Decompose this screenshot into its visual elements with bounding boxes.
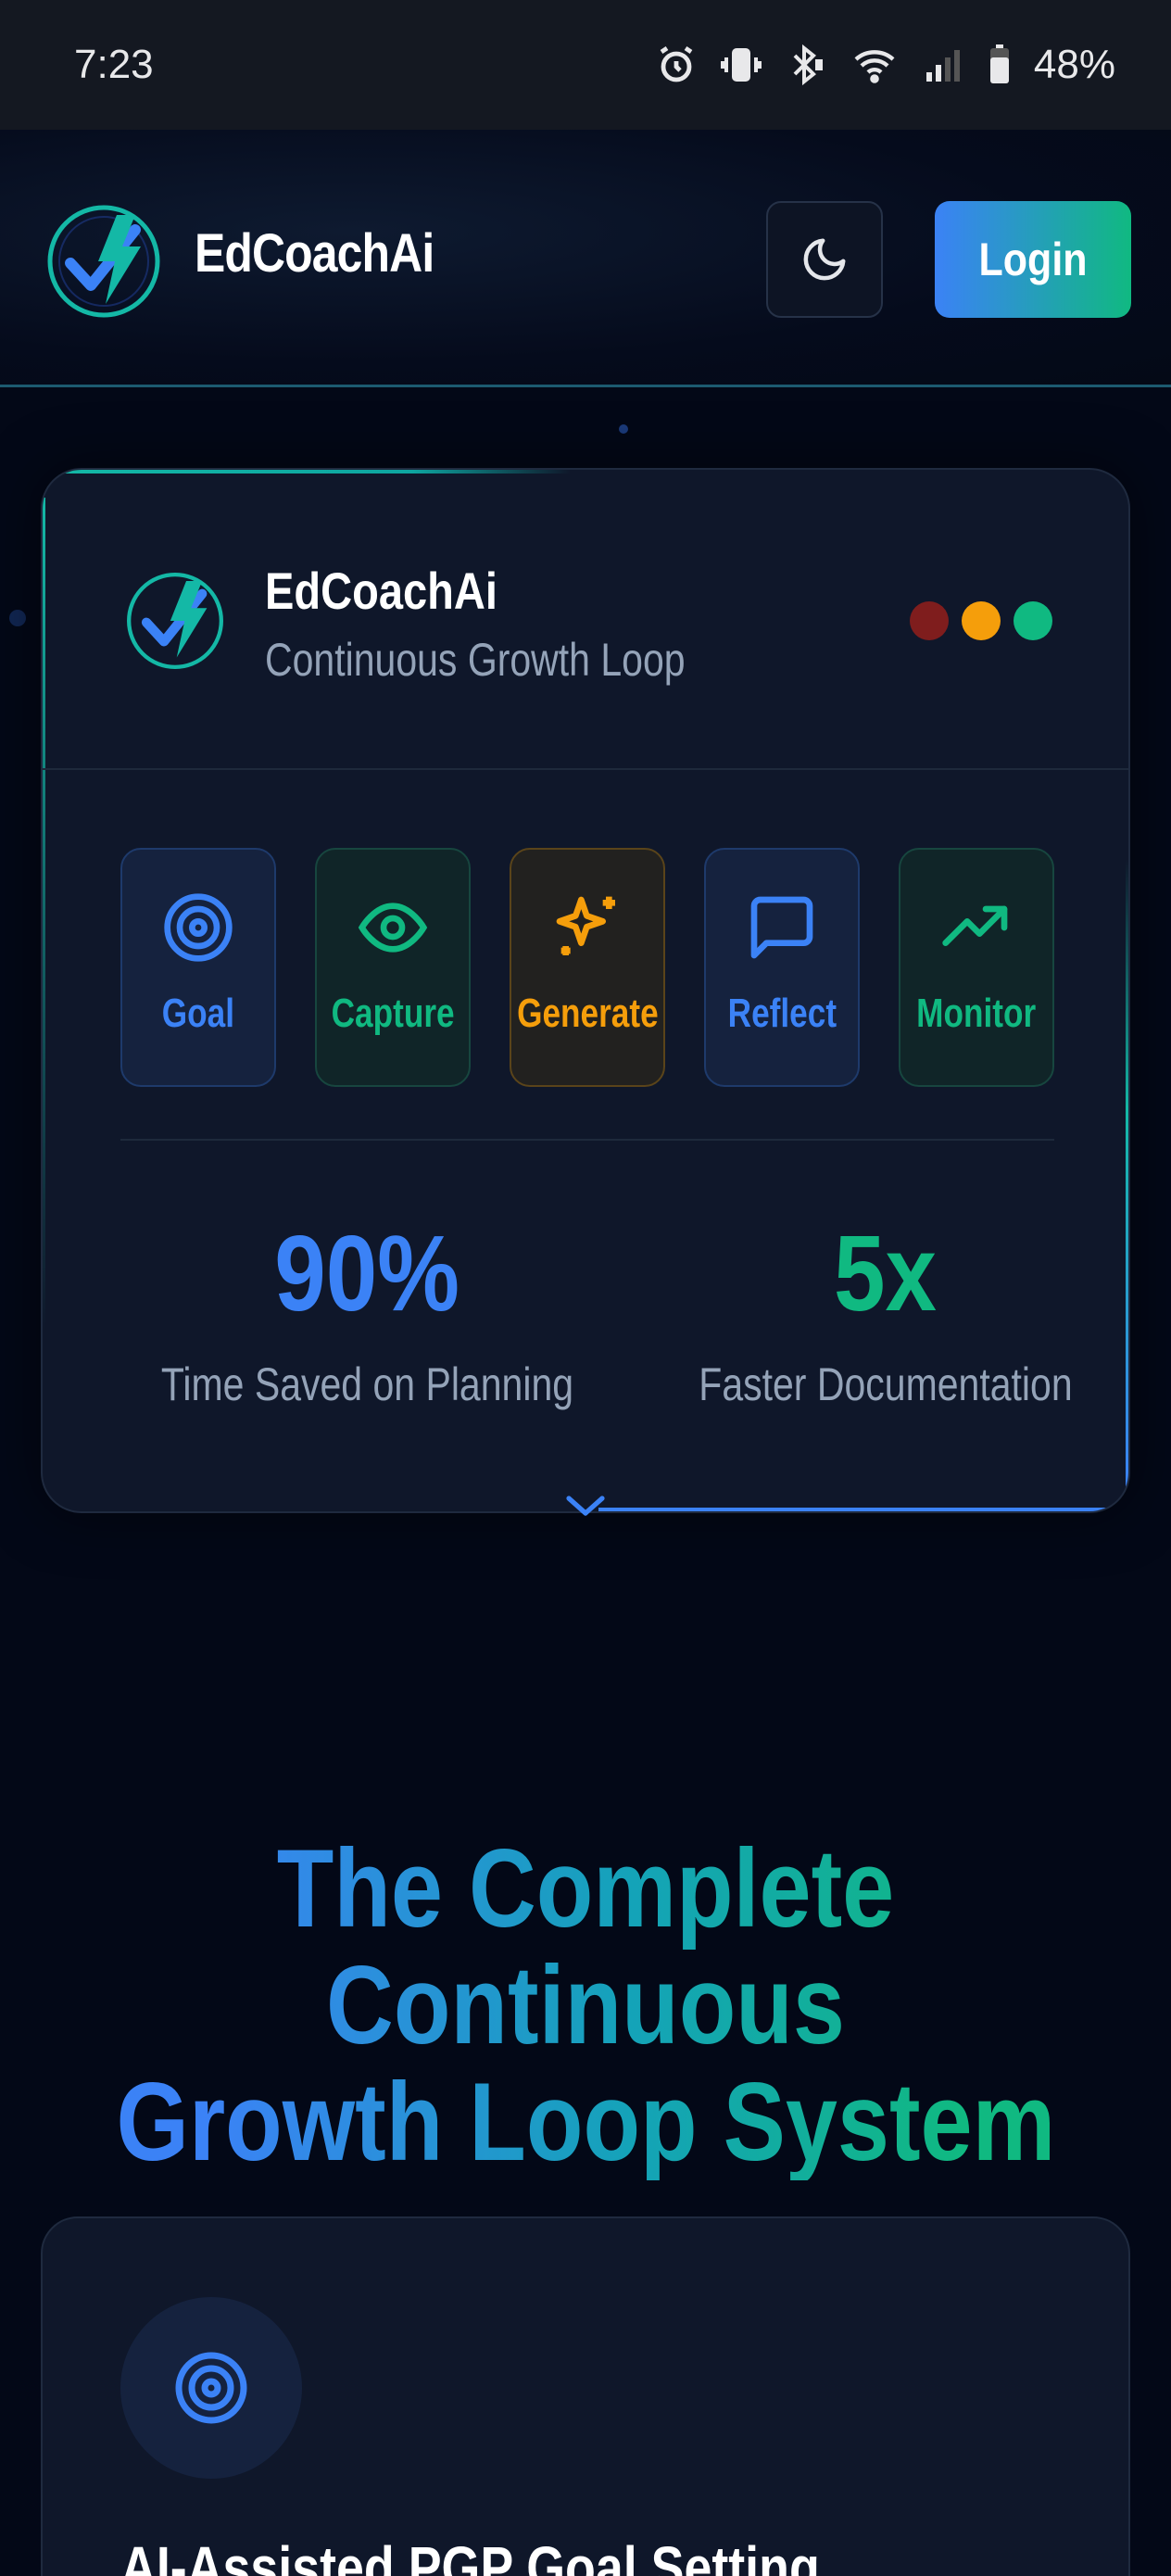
stat-caption: Faster Documentation bbox=[699, 1358, 1073, 1410]
amber-dot bbox=[962, 601, 1001, 640]
stat-time-saved: 90% Time Saved on Planning bbox=[98, 1211, 636, 1411]
status-icons: 48% bbox=[654, 42, 1115, 88]
signal-icon bbox=[925, 50, 960, 82]
site-header: EdCoachAi Login bbox=[0, 130, 1171, 387]
card-header: EdCoachAi Continuous Growth Loop bbox=[43, 470, 1128, 770]
stat-caption: Time Saved on Planning bbox=[160, 1358, 573, 1410]
growth-loop-card: EdCoachAi Continuous Growth Loop Goal Ca… bbox=[41, 468, 1130, 1513]
window-dots bbox=[910, 601, 1052, 640]
red-dot bbox=[910, 601, 949, 640]
feature-icon-circle bbox=[120, 2297, 302, 2479]
green-dot bbox=[1014, 601, 1052, 640]
step-goal[interactable]: Goal bbox=[120, 848, 276, 1087]
bluetooth-icon bbox=[793, 44, 823, 86]
message-icon bbox=[750, 896, 813, 959]
feature-card: AI-Assisted PGP Goal Setting bbox=[41, 2216, 1130, 2576]
sparkles-icon bbox=[556, 896, 615, 955]
feature-title: AI-Assisted PGP Goal Setting bbox=[120, 2534, 820, 2576]
stat-value: 5x bbox=[834, 1213, 938, 1333]
edcoach-logo-icon bbox=[127, 573, 223, 669]
step-label: Monitor bbox=[916, 991, 1037, 1036]
background-dot bbox=[9, 610, 26, 626]
step-capture[interactable]: Capture bbox=[315, 848, 471, 1087]
section-heading: The Complete Continuous Growth Loop Syst… bbox=[0, 1830, 1171, 2180]
edcoach-logo-icon[interactable] bbox=[44, 202, 163, 321]
step-label: Capture bbox=[331, 991, 455, 1036]
step-label: Goal bbox=[161, 991, 235, 1036]
chevron-down-icon[interactable] bbox=[563, 1492, 608, 1520]
card-title: EdCoachAi bbox=[265, 562, 497, 620]
alarm-icon bbox=[660, 46, 693, 82]
battery-percent: 48% bbox=[1033, 42, 1115, 87]
eye-icon bbox=[358, 903, 428, 953]
step-reflect[interactable]: Reflect bbox=[704, 848, 860, 1087]
section-heading-line2: Growth Loop System bbox=[116, 2060, 1055, 2184]
trending-up-icon bbox=[942, 905, 1008, 946]
target-icon bbox=[175, 2352, 247, 2424]
vibrate-icon bbox=[720, 48, 762, 82]
status-bar: 7:23 48% bbox=[0, 0, 1171, 130]
theme-toggle-button[interactable] bbox=[766, 201, 883, 318]
brand-name[interactable]: EdCoachAi bbox=[195, 222, 434, 284]
target-icon bbox=[164, 893, 233, 962]
step-generate[interactable]: Generate bbox=[510, 848, 665, 1087]
section-heading-line1: The Complete Continuous bbox=[94, 1830, 1077, 2064]
card-divider bbox=[120, 1139, 1054, 1141]
step-monitor[interactable]: Monitor bbox=[899, 848, 1054, 1087]
moon-icon bbox=[803, 238, 846, 281]
background-dot bbox=[619, 424, 628, 434]
step-label: Reflect bbox=[727, 991, 837, 1036]
stat-faster-docs: 5x Faster Documentation bbox=[617, 1211, 1128, 1411]
stat-value: 90% bbox=[274, 1213, 460, 1333]
loop-steps: Goal Capture Generate Reflect Monitor bbox=[120, 848, 1054, 1087]
status-time: 7:23 bbox=[74, 42, 154, 87]
wifi-icon bbox=[854, 50, 895, 83]
battery-icon bbox=[989, 44, 1009, 83]
card-accent bbox=[598, 1508, 1128, 1511]
card-subtitle: Continuous Growth Loop bbox=[265, 634, 686, 686]
login-button[interactable]: Login bbox=[935, 201, 1131, 318]
step-label: Generate bbox=[516, 991, 659, 1036]
